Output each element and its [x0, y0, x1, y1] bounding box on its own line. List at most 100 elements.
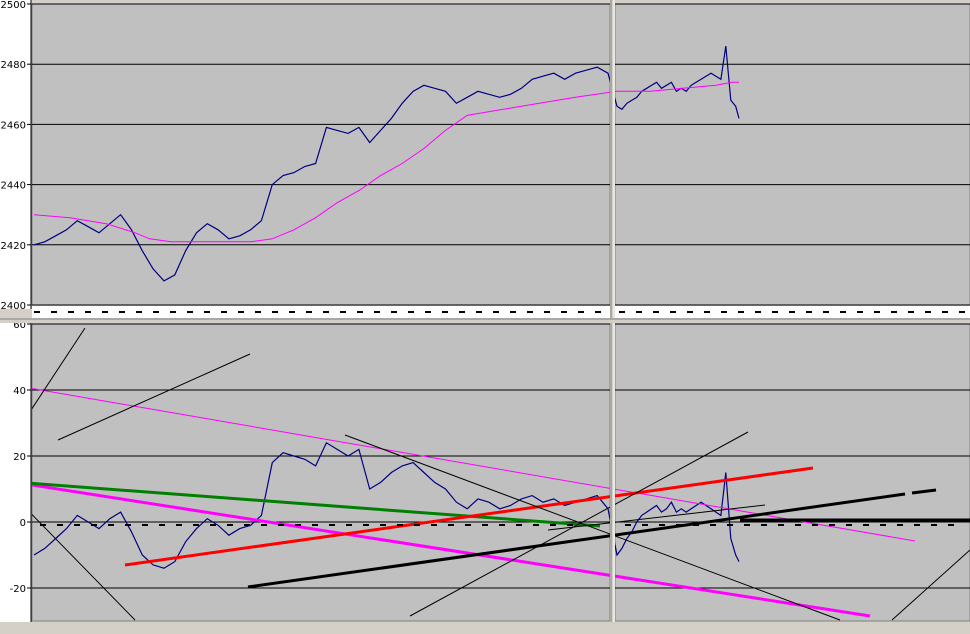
upper-x-tick-mark: [187, 311, 193, 313]
upper-x-tick-mark: [806, 311, 812, 313]
lower-x-tick-mark: [74, 524, 80, 526]
lower-x-tick-mark: [846, 524, 852, 526]
lower-x-tick-mark: [727, 524, 733, 526]
upper-y-tick-label: 2440: [1, 181, 26, 192]
upper-x-tick-mark: [891, 311, 897, 313]
upper-plot-area-right: [614, 3, 970, 306]
lower-x-tick-mark: [108, 524, 114, 526]
lower-x-tick-mark: [57, 524, 63, 526]
lower-y-tick-label: 0: [20, 518, 26, 529]
upper-x-axis-strip-left: [32, 306, 610, 318]
upper-x-tick-mark: [102, 311, 108, 313]
upper-x-tick-mark: [561, 311, 567, 313]
upper-x-tick-mark: [221, 311, 227, 313]
lower-plot-area-right: [614, 323, 970, 622]
upper-x-tick-mark: [289, 311, 295, 313]
lower-x-tick-mark: [897, 524, 903, 526]
upper-x-tick-mark: [34, 311, 40, 313]
lower-x-tick-mark: [414, 524, 420, 526]
upper-x-tick-mark: [374, 311, 380, 313]
upper-x-tick-mark: [119, 311, 125, 313]
lower-x-tick-mark: [516, 524, 522, 526]
lower-x-tick-mark: [465, 524, 471, 526]
lower-x-tick-mark: [693, 524, 699, 526]
lower-x-tick-mark: [931, 524, 937, 526]
upper-x-tick-mark: [772, 311, 778, 313]
upper-x-tick-mark: [925, 311, 931, 313]
chart-canvas: 250024802460244024202400 6040200-20: [0, 0, 970, 634]
lower-x-tick-mark: [795, 524, 801, 526]
lower-x-tick-mark: [193, 524, 199, 526]
lower-x-tick-mark: [329, 524, 335, 526]
lower-x-tick-mark: [40, 524, 46, 526]
upper-x-tick-mark: [578, 311, 584, 313]
upper-x-tick-mark: [874, 311, 880, 313]
lower-x-tick-mark: [312, 524, 318, 526]
lower-x-tick-mark: [159, 524, 165, 526]
upper-x-tick-mark: [136, 311, 142, 313]
lower-x-tick-mark: [295, 524, 301, 526]
lower-x-tick-mark: [710, 524, 716, 526]
lower-x-tick-mark: [482, 524, 488, 526]
upper-y-tick-label: 2420: [1, 241, 26, 252]
lower-x-tick-mark: [397, 524, 403, 526]
upper-x-tick-mark: [238, 311, 244, 313]
lower-x-tick-mark: [499, 524, 505, 526]
lower-x-tick-mark: [642, 524, 648, 526]
upper-x-tick-mark: [170, 311, 176, 313]
lower-x-tick-mark: [914, 524, 920, 526]
upper-x-tick-mark: [153, 311, 159, 313]
upper-price-panel: 2500 2480 2460 2440 2420 2400: [0, 0, 970, 318]
lower-x-tick-mark: [210, 524, 216, 526]
upper-x-tick-mark: [493, 311, 499, 313]
lower-x-tick-mark: [91, 524, 97, 526]
upper-x-tick-mark: [942, 311, 948, 313]
lower-x-tick-mark: [744, 524, 750, 526]
lower-x-tick-mark: [278, 524, 284, 526]
lower-x-tick-mark: [863, 524, 869, 526]
upper-x-tick-mark: [510, 311, 516, 313]
upper-x-tick-mark: [738, 311, 744, 313]
lower-x-tick-mark: [829, 524, 835, 526]
lower-x-tick-mark: [659, 524, 665, 526]
lower-x-tick-mark: [227, 524, 233, 526]
upper-x-tick-mark: [789, 311, 795, 313]
upper-x-tick-mark: [840, 311, 846, 313]
upper-x-tick-mark: [85, 311, 91, 313]
lower-x-tick-mark: [550, 524, 556, 526]
upper-x-tick-mark: [704, 311, 710, 313]
lower-x-tick-mark: [567, 524, 573, 526]
upper-x-tick-mark: [306, 311, 312, 313]
lower-x-tick-mark: [244, 524, 250, 526]
lower-x-tick-mark: [261, 524, 267, 526]
bottom-frame: [0, 622, 970, 634]
lower-y-tick-label: 40: [13, 386, 26, 397]
lower-y-tick-label: -20: [10, 584, 26, 595]
upper-y-axis-strip: [0, 0, 31, 309]
upper-y-tick-label: 2500: [1, 0, 26, 11]
upper-x-tick-mark: [595, 311, 601, 313]
lower-x-tick-mark: [125, 524, 131, 526]
upper-x-tick-mark: [670, 311, 676, 313]
upper-x-tick-mark: [272, 311, 278, 313]
upper-x-tick-mark: [442, 311, 448, 313]
lower-y-tick-label: 20: [13, 452, 26, 463]
upper-y-tick-label: 2480: [1, 60, 26, 71]
lower-x-tick-mark: [948, 524, 954, 526]
lower-x-tick-mark: [142, 524, 148, 526]
upper-x-tick-mark: [255, 311, 261, 313]
upper-x-tick-mark: [323, 311, 329, 313]
upper-x-tick-mark: [340, 311, 346, 313]
upper-y-tick-label: 2460: [1, 120, 26, 131]
upper-x-tick-mark: [391, 311, 397, 313]
upper-x-tick-mark: [425, 311, 431, 313]
upper-x-tick-mark: [544, 311, 550, 313]
lower-x-tick-mark: [812, 524, 818, 526]
upper-x-tick-mark: [857, 311, 863, 313]
upper-x-tick-mark: [51, 311, 57, 313]
lower-x-tick-mark: [761, 524, 767, 526]
lower-oscillator-panel: 6040200-20: [0, 320, 970, 625]
upper-x-tick-mark: [908, 311, 914, 313]
lower-x-tick-mark: [533, 524, 539, 526]
lower-x-tick-mark: [448, 524, 454, 526]
